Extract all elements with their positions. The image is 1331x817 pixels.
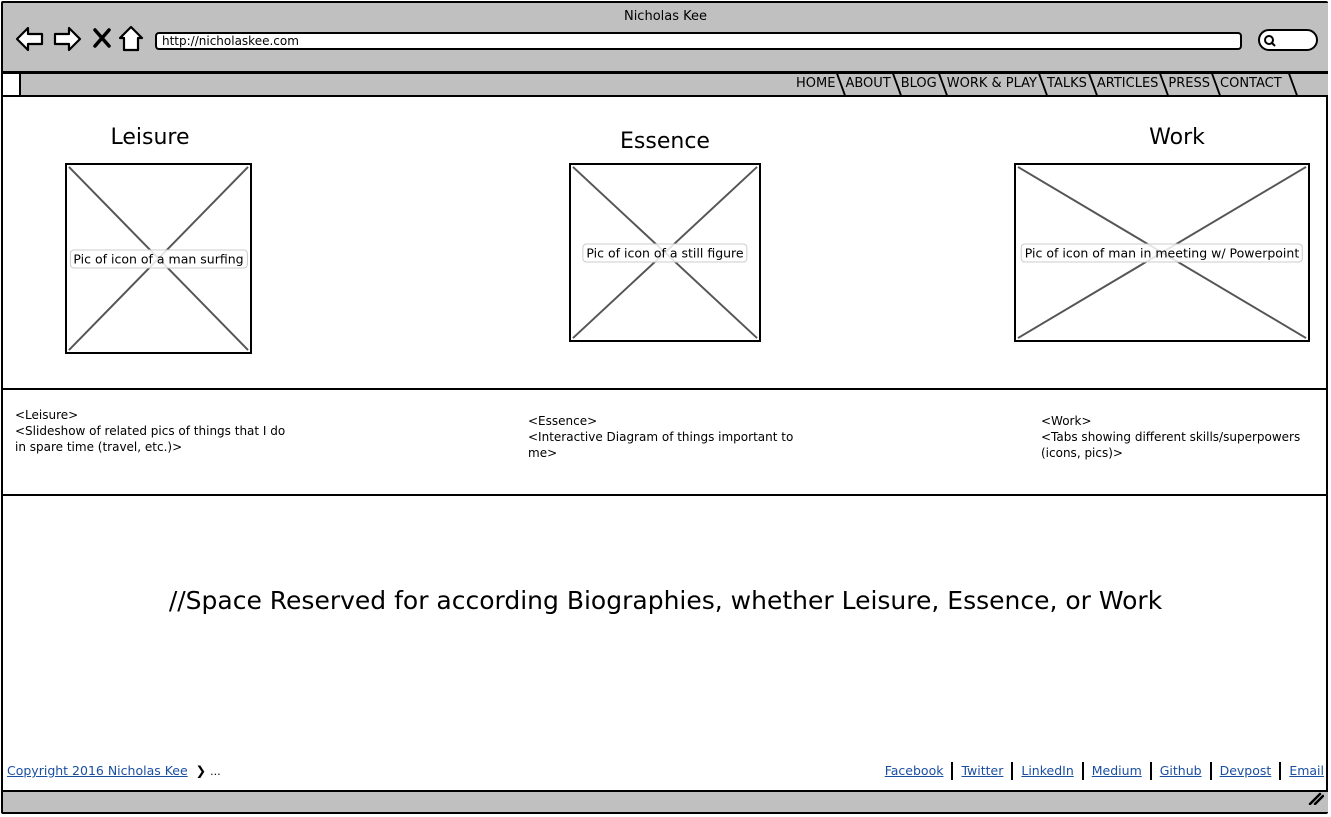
footer-copyright-area: Copyright 2016 Nicholas Kee ❯ ... bbox=[7, 763, 221, 778]
leisure-desc-line: <Slideshow of related pics of things tha… bbox=[15, 424, 286, 438]
github-link[interactable]: Github bbox=[1149, 762, 1210, 780]
forward-arrow-icon[interactable] bbox=[52, 25, 82, 53]
essence-desc-line: <Interactive Diagram of things important… bbox=[528, 430, 794, 444]
essence-image-label: Pic of icon of a still figure bbox=[582, 243, 748, 262]
tab-talks[interactable]: TALKS bbox=[1044, 74, 1094, 95]
tab-about[interactable]: ABOUT bbox=[842, 74, 897, 95]
twitter-link[interactable]: Twitter bbox=[951, 762, 1011, 780]
devpost-link[interactable]: Devpost bbox=[1209, 762, 1280, 780]
address-bar[interactable]: http://nicholaskee.com bbox=[155, 32, 1242, 50]
breadcrumb-more: ... bbox=[210, 765, 221, 778]
tab-work-and-play[interactable]: WORK & PLAY bbox=[944, 74, 1044, 95]
medium-link[interactable]: Medium bbox=[1081, 762, 1150, 780]
bio-placeholder-text: //Space Reserved for according Biographi… bbox=[0, 586, 1331, 615]
search-box[interactable] bbox=[1258, 29, 1318, 51]
email-link[interactable]: Email bbox=[1279, 762, 1324, 780]
work-heading: Work bbox=[1149, 125, 1205, 150]
leisure-image-placeholder: Pic of icon of a man surfing bbox=[65, 163, 252, 354]
tab-contact[interactable]: CONTACT bbox=[1217, 74, 1294, 95]
work-desc-line: <Tabs showing different skills/superpowe… bbox=[1041, 430, 1301, 444]
section-divider-bottom bbox=[3, 494, 1328, 496]
work-image-label: Pic of icon of man in meeting w/ Powerpo… bbox=[1020, 243, 1304, 262]
tab-home[interactable]: HOME bbox=[793, 74, 842, 95]
search-icon bbox=[1264, 35, 1276, 47]
work-image-placeholder: Pic of icon of man in meeting w/ Powerpo… bbox=[1014, 163, 1310, 342]
leisure-desc-line: <Leisure> bbox=[15, 408, 79, 422]
stop-icon[interactable] bbox=[92, 25, 112, 53]
work-desc-line: <Work> bbox=[1041, 414, 1092, 428]
bio-text: //Space Reserved for according Biographi… bbox=[168, 586, 1163, 615]
essence-description: <Essence> <Interactive Diagram of things… bbox=[528, 413, 818, 461]
status-bar bbox=[3, 790, 1328, 812]
essence-image-placeholder: Pic of icon of a still figure bbox=[569, 163, 761, 342]
tab-articles[interactable]: ARTICLES bbox=[1094, 74, 1166, 95]
url-text: http://nicholaskee.com bbox=[162, 34, 299, 48]
facebook-link[interactable]: Facebook bbox=[877, 762, 952, 780]
nav-tabs: HOME ABOUT BLOG WORK & PLAY TALKS ARTICL… bbox=[793, 74, 1294, 96]
essence-desc-line: me> bbox=[528, 446, 558, 460]
footer-social-links: Facebook Twitter LinkedIn Medium Github … bbox=[877, 762, 1324, 780]
home-icon[interactable] bbox=[117, 25, 145, 53]
work-desc-line: (icons, pics)> bbox=[1041, 446, 1123, 460]
resize-grip-icon[interactable] bbox=[1308, 790, 1325, 809]
tab-blog[interactable]: BLOG bbox=[898, 74, 944, 95]
leisure-description: <Leisure> <Slideshow of related pics of … bbox=[15, 407, 305, 455]
leisure-heading: Leisure bbox=[110, 125, 190, 150]
chevron-right-icon: ❯ bbox=[195, 763, 207, 778]
copyright-link[interactable]: Copyright 2016 Nicholas Kee bbox=[7, 763, 188, 778]
tabbar-spacer bbox=[3, 74, 21, 95]
window-title: Nicholas Kee bbox=[623, 9, 708, 24]
leisure-desc-line: in spare time (travel, etc.)> bbox=[15, 440, 183, 454]
leisure-image-label: Pic of icon of a man surfing bbox=[69, 249, 248, 268]
essence-desc-line: <Essence> bbox=[528, 414, 598, 428]
tab-press[interactable]: PRESS bbox=[1165, 74, 1217, 95]
browser-chrome: Nicholas Kee http://nicholaskee.com bbox=[3, 3, 1328, 71]
back-arrow-icon[interactable] bbox=[15, 25, 45, 53]
work-description: <Work> <Tabs showing different skills/su… bbox=[1041, 413, 1321, 461]
essence-heading: Essence bbox=[620, 129, 710, 154]
linkedin-link[interactable]: LinkedIn bbox=[1011, 762, 1081, 780]
navigation-bar: HOME ABOUT BLOG WORK & PLAY TALKS ARTICL… bbox=[3, 74, 1328, 97]
section-divider-top bbox=[3, 388, 1328, 390]
